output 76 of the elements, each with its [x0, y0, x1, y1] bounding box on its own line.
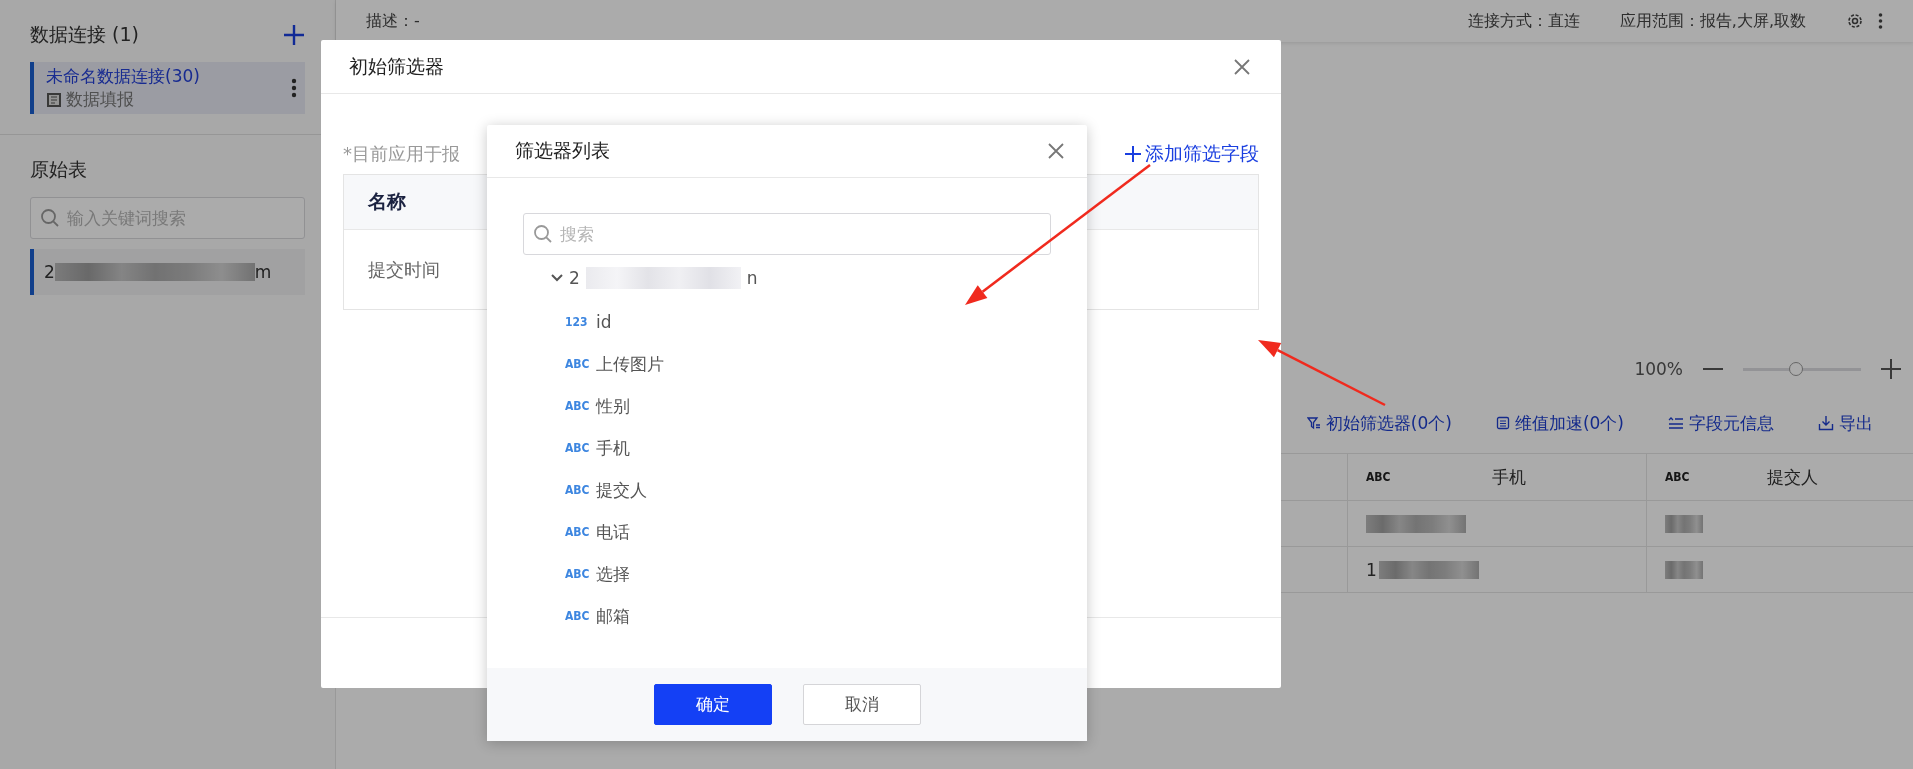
note-text: *目前应用于报 — [343, 142, 460, 166]
slider-thumb[interactable] — [1789, 362, 1804, 376]
toolbar-button[interactable]: 导出 — [1818, 411, 1873, 435]
type-label: ABC — [1366, 470, 1391, 484]
type-label: ABC — [565, 483, 587, 497]
application-scope: 应用范围：报告,大屏,取数 — [1619, 10, 1806, 32]
search-field[interactable]: 搜索 — [523, 213, 1051, 255]
table-cell: 提交时间 — [368, 257, 440, 282]
table-name: m — [254, 262, 272, 282]
section-title: 原始表 — [30, 157, 88, 182]
zoom-reading: 100% — [1634, 359, 1683, 379]
close-icon[interactable] — [1047, 142, 1065, 160]
form-icon — [46, 91, 62, 108]
field-item[interactable]: ABC 提交人 — [523, 469, 1051, 511]
plus-icon — [1125, 146, 1141, 162]
plus-icon[interactable] — [283, 24, 305, 46]
table-cell: 1 — [1366, 559, 1377, 580]
type-label: 123 — [565, 315, 587, 329]
list-icon — [1495, 416, 1510, 430]
plus-icon[interactable] — [1881, 359, 1901, 379]
tree-label: n — [746, 268, 758, 288]
settings-icon[interactable] — [1846, 12, 1864, 30]
field-name: id — [596, 312, 612, 332]
dialog-title: 初始筛选器 — [349, 53, 444, 79]
add-field-button[interactable]: 添加筛选字段 — [1125, 141, 1259, 167]
connection-name: 未命名数据连接(30) — [46, 65, 201, 88]
filter-icon — [1306, 416, 1321, 430]
description: 描述：- — [366, 10, 420, 32]
cancel-button[interactable]: 取消 — [802, 684, 921, 725]
type-label: ABC — [565, 357, 587, 371]
type-label: ABC — [565, 399, 587, 413]
table-name: 2 — [44, 262, 55, 282]
type-label: ABC — [565, 441, 587, 455]
column-header[interactable]: 手机 — [1390, 465, 1628, 489]
field-name: 手机 — [596, 436, 630, 460]
chevron-icon — [551, 274, 563, 282]
search-icon — [533, 224, 553, 244]
type-label: ABC — [565, 567, 587, 581]
type-label: ABC — [1665, 470, 1690, 484]
download-icon — [1818, 415, 1834, 431]
field-item[interactable]: ABC 电话 — [523, 511, 1051, 553]
field-item[interactable]: ABC 选择 — [523, 553, 1051, 595]
section-title: 数据连接 (1) — [30, 22, 139, 47]
toolbar-button[interactable]: 维值加速(0个) — [1495, 411, 1624, 435]
type-label: ABC — [565, 609, 587, 623]
minus-icon[interactable] — [1703, 367, 1723, 371]
tree-node[interactable]: 2 n — [523, 255, 1051, 301]
dialog-title: 筛选器列表 — [515, 138, 610, 163]
toolbar-button[interactable]: 初始筛选器(0个) — [1306, 411, 1452, 435]
confirm-button[interactable]: 确定 — [653, 684, 772, 725]
field-item[interactable]: ABC 性别 — [523, 385, 1051, 427]
field-item[interactable]: ABC 手机 — [523, 427, 1051, 469]
connection-mode: 连接方式：直连 — [1467, 10, 1580, 32]
table-item[interactable]: 2 m — [30, 249, 305, 295]
field-name: 上传图片 — [596, 352, 664, 376]
search-icon — [40, 208, 60, 228]
field-item[interactable]: ABC 邮箱 — [523, 595, 1051, 637]
close-icon[interactable] — [1233, 57, 1251, 76]
more-icon[interactable] — [291, 78, 297, 98]
type-label: ABC — [565, 525, 587, 539]
connection-type: 数据填报 — [66, 88, 134, 111]
field-name: 提交人 — [596, 478, 647, 502]
tree-label: 2 — [569, 268, 580, 288]
field-item[interactable]: 123 id — [523, 301, 1051, 343]
more-icon[interactable] — [1878, 13, 1883, 29]
toolbar-button[interactable]: 字段元信息 — [1668, 411, 1774, 435]
zoom-slider[interactable] — [1743, 361, 1861, 377]
field-name: 邮箱 — [596, 604, 630, 628]
field-name: 选择 — [596, 562, 630, 586]
lines-icon — [1668, 416, 1684, 430]
connection-item[interactable]: 未命名数据连接(30) 数据填报 — [30, 62, 305, 114]
column-header[interactable]: 提交人 — [1689, 465, 1895, 489]
field-name: 性别 — [596, 394, 630, 418]
column-header: 名称 — [368, 189, 406, 214]
field-name: 电话 — [596, 520, 630, 544]
field-item[interactable]: ABC 上传图片 — [523, 343, 1051, 385]
